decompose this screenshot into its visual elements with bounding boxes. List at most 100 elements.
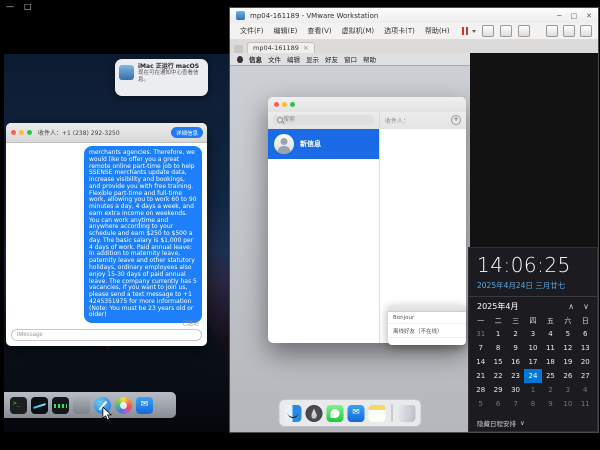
messages-left-titlebar[interactable]: 收件人：+1 (238) 292-3250 详细信息: [6, 123, 207, 143]
calendar-day[interactable]: 7: [472, 341, 489, 355]
console-view-icon[interactable]: [563, 25, 575, 37]
activity-icon[interactable]: [52, 397, 69, 414]
calendar-day[interactable]: 3: [524, 327, 541, 341]
close-button[interactable]: [11, 130, 16, 135]
calendar-day[interactable]: 29: [489, 383, 506, 397]
host-maximize-button[interactable]: □: [24, 2, 32, 11]
imessage-input[interactable]: [11, 329, 202, 341]
mail-icon[interactable]: [348, 405, 365, 422]
zoom-button[interactable]: [290, 102, 295, 107]
fullscreen-icon[interactable]: [580, 25, 592, 37]
calendar-day[interactable]: 13: [577, 341, 594, 355]
macos-menu-3[interactable]: 显示: [306, 54, 319, 64]
messages-vm-titlebar[interactable]: [268, 97, 466, 112]
search-input[interactable]: [273, 115, 374, 125]
trash-icon[interactable]: [399, 405, 416, 422]
calendar-day[interactable]: 21: [472, 369, 489, 383]
photos-icon[interactable]: [115, 397, 132, 414]
home-tab-icon[interactable]: [234, 45, 243, 53]
calendar-day[interactable]: 3: [559, 383, 576, 397]
calendar-day[interactable]: 4: [577, 383, 594, 397]
macos-menu-4[interactable]: 好友: [325, 54, 338, 64]
calendar-day[interactable]: 30: [507, 383, 524, 397]
to-field[interactable]: 收件人： +: [380, 112, 466, 128]
notes-icon[interactable]: [369, 405, 386, 422]
terminal-icon[interactable]: [10, 397, 27, 414]
calendar-day[interactable]: 19: [559, 355, 576, 369]
calendar-day[interactable]: 25: [542, 369, 559, 383]
grapher-icon[interactable]: [31, 397, 48, 414]
calendar-day[interactable]: 22: [489, 369, 506, 383]
calendar-day[interactable]: 24: [524, 369, 541, 383]
finder-icon[interactable]: [285, 405, 302, 422]
calendar-day[interactable]: 15: [489, 355, 506, 369]
zoom-button[interactable]: [27, 130, 32, 135]
calendar-day[interactable]: 28: [472, 383, 489, 397]
vmware-menu-5[interactable]: 帮助(H): [421, 25, 454, 37]
calendar-day[interactable]: 16: [507, 355, 524, 369]
calendar-day[interactable]: 1: [524, 383, 541, 397]
calendar-day[interactable]: 23: [507, 369, 524, 383]
vmware-maximize-button[interactable]: □: [571, 12, 578, 20]
pause-vm-button[interactable]: [462, 27, 476, 35]
revert-snapshot-icon[interactable]: [500, 25, 512, 37]
vm-tab[interactable]: mp04-161189 ×: [247, 42, 315, 53]
macos-menu-6[interactable]: 帮助: [363, 54, 376, 64]
vmware-menu-0[interactable]: 文件(F): [236, 25, 268, 37]
console-icon[interactable]: [73, 397, 90, 414]
buddies-titlebar[interactable]: [388, 305, 466, 312]
calendar-day[interactable]: 5: [472, 397, 489, 411]
close-tab-icon[interactable]: ×: [303, 44, 309, 52]
macos-menu-0[interactable]: 信息: [249, 54, 262, 64]
calendar-day[interactable]: 6: [489, 397, 506, 411]
calendar-day[interactable]: 18: [542, 355, 559, 369]
apple-menu-icon[interactable]: [237, 56, 243, 63]
vmware-menu-3[interactable]: 虚拟机(M): [338, 25, 379, 37]
calendar-day[interactable]: 6: [577, 327, 594, 341]
buddy-row[interactable]: Bonjour: [388, 312, 466, 324]
details-button[interactable]: 详细信息: [171, 127, 203, 138]
launchpad-icon[interactable]: [306, 405, 323, 422]
minimize-button[interactable]: [19, 130, 24, 135]
calendar-day[interactable]: 12: [559, 341, 576, 355]
calendar-day[interactable]: 10: [524, 341, 541, 355]
calendar-day[interactable]: 27: [577, 369, 594, 383]
add-recipient-button[interactable]: +: [451, 115, 461, 125]
calendar-day[interactable]: 8: [489, 341, 506, 355]
calendar-day[interactable]: 1: [489, 327, 506, 341]
buddy-row[interactable]: 离线好友（不在线）: [388, 324, 466, 338]
macos-update-notification[interactable]: iMac 正运行 macOS 现在可在通知中心查看信息。: [115, 59, 208, 96]
library-view-icon[interactable]: [546, 25, 558, 37]
messages-icon[interactable]: [327, 405, 344, 422]
macos-menu-1[interactable]: 文件: [268, 54, 281, 64]
host-minimize-button[interactable]: —: [6, 2, 14, 11]
vm-settings-icon[interactable]: [518, 25, 530, 37]
vmware-minimize-button[interactable]: ─: [557, 12, 561, 20]
vmware-close-button[interactable]: ✕: [586, 12, 592, 20]
calendar-up-icon[interactable]: ∧: [568, 302, 574, 311]
vmware-menu-1[interactable]: 编辑(E): [270, 25, 302, 37]
calendar-day[interactable]: 9: [542, 397, 559, 411]
calendar-day[interactable]: 2: [507, 327, 524, 341]
calendar-day[interactable]: 31: [472, 327, 489, 341]
calendar-day[interactable]: 10: [559, 397, 576, 411]
calendar-day[interactable]: 20: [577, 355, 594, 369]
macos-menu-5[interactable]: 窗口: [344, 54, 357, 64]
vmware-menu-4[interactable]: 选项卡(T): [380, 25, 419, 37]
clock-date-link[interactable]: 2025年4月24日 三月廿七: [469, 277, 597, 296]
calendar-day[interactable]: 4: [542, 327, 559, 341]
macos-menu-2[interactable]: 编辑: [287, 54, 300, 64]
calendar-day[interactable]: 11: [577, 397, 594, 411]
conversation-item-new-message[interactable]: 新信息: [268, 129, 379, 159]
calendar-down-icon[interactable]: ∨: [583, 302, 589, 311]
close-button[interactable]: [274, 102, 279, 107]
vmware-menu-2[interactable]: 查看(V): [303, 25, 335, 37]
mail-icon[interactable]: [136, 397, 153, 414]
agenda-toggle[interactable]: 隐藏日程安排 ∨: [477, 418, 525, 428]
calendar-day[interactable]: 11: [542, 341, 559, 355]
calendar-day[interactable]: 14: [472, 355, 489, 369]
vmware-titlebar[interactable]: mp04-161189 - VMware Workstation ─ □ ✕: [230, 8, 598, 23]
snapshot-icon[interactable]: [482, 25, 494, 37]
calendar-day[interactable]: 5: [559, 327, 576, 341]
calendar-day[interactable]: 7: [507, 397, 524, 411]
